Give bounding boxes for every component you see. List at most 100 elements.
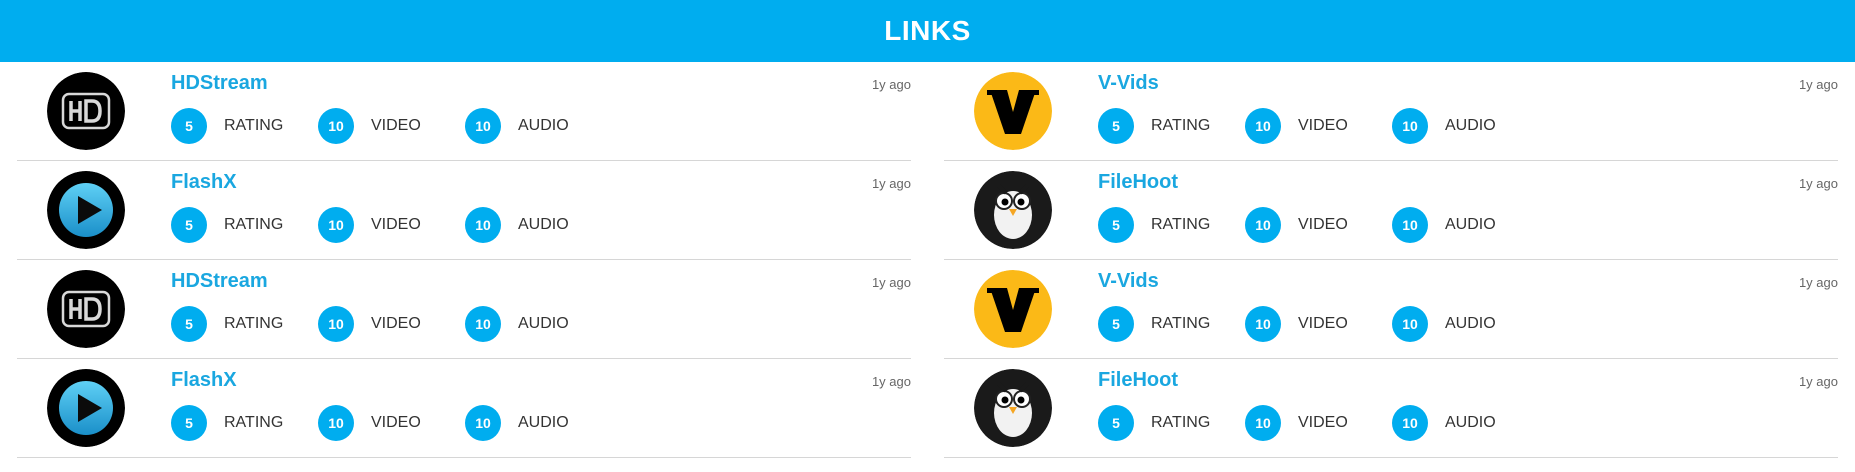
video-stat: 10 VIDEO bbox=[1245, 207, 1376, 243]
video-score-badge: 10 bbox=[1245, 207, 1281, 243]
v-letter-icon[interactable] bbox=[974, 270, 1052, 348]
audio-score-badge: 10 bbox=[1392, 108, 1428, 144]
link-stats: 5 RATING 10 VIDEO 10 AUDIO bbox=[1098, 405, 1539, 441]
link-row[interactable]: V-Vids 1y ago 5 RATING 10 VIDEO 10 AUDIO bbox=[944, 260, 1838, 359]
video-score-badge: 10 bbox=[1245, 108, 1281, 144]
rating-label: RATING bbox=[1151, 315, 1211, 332]
link-stats: 5 RATING 10 VIDEO 10 AUDIO bbox=[1098, 108, 1539, 144]
rating-score-badge: 5 bbox=[171, 306, 207, 342]
timestamp: 1y ago bbox=[1798, 275, 1838, 290]
owl-icon[interactable] bbox=[974, 369, 1052, 447]
audio-stat: 10 AUDIO bbox=[1392, 108, 1523, 144]
link-name[interactable]: FlashX bbox=[171, 171, 237, 194]
rating-stat: 5 RATING bbox=[1098, 306, 1229, 342]
timestamp: 1y ago bbox=[871, 374, 911, 389]
video-score-badge: 10 bbox=[318, 108, 354, 144]
timestamp: 1y ago bbox=[1798, 176, 1838, 191]
link-row[interactable]: HDStream 1y ago 5 RATING 10 VIDEO 10 AUDIO bbox=[17, 62, 911, 161]
timestamp: 1y ago bbox=[1798, 77, 1838, 92]
video-stat: 10 VIDEO bbox=[318, 108, 449, 144]
audio-score-badge: 10 bbox=[465, 108, 501, 144]
audio-stat: 10 AUDIO bbox=[465, 306, 596, 342]
link-row[interactable]: FlashX 1y ago 5 RATING 10 VIDEO 10 AUDIO bbox=[17, 359, 911, 458]
link-name[interactable]: V-Vids bbox=[1098, 72, 1159, 95]
link-stats: 5 RATING 10 VIDEO 10 AUDIO bbox=[171, 108, 612, 144]
link-stats: 5 RATING 10 VIDEO 10 AUDIO bbox=[171, 207, 612, 243]
hd-icon[interactable] bbox=[47, 72, 125, 150]
video-score-badge: 10 bbox=[318, 306, 354, 342]
audio-label: AUDIO bbox=[518, 117, 569, 134]
video-stat: 10 VIDEO bbox=[318, 405, 449, 441]
rating-label: RATING bbox=[224, 216, 284, 233]
rating-label: RATING bbox=[1151, 414, 1211, 431]
link-stats: 5 RATING 10 VIDEO 10 AUDIO bbox=[171, 306, 612, 342]
link-row[interactable]: FlashX 1y ago 5 RATING 10 VIDEO 10 AUDIO bbox=[17, 161, 911, 260]
audio-stat: 10 AUDIO bbox=[465, 207, 596, 243]
link-stats: 5 RATING 10 VIDEO 10 AUDIO bbox=[171, 405, 612, 441]
hd-icon[interactable] bbox=[47, 270, 125, 348]
audio-label: AUDIO bbox=[518, 414, 569, 431]
video-score-badge: 10 bbox=[318, 207, 354, 243]
video-score-badge: 10 bbox=[1245, 306, 1281, 342]
rating-score-badge: 5 bbox=[171, 108, 207, 144]
rating-score-badge: 5 bbox=[1098, 207, 1134, 243]
rating-stat: 5 RATING bbox=[171, 108, 302, 144]
links-header: LINKS bbox=[0, 0, 1855, 62]
video-label: VIDEO bbox=[1298, 414, 1348, 431]
rating-label: RATING bbox=[224, 117, 284, 134]
link-name[interactable]: HDStream bbox=[171, 270, 268, 293]
rating-stat: 5 RATING bbox=[171, 207, 302, 243]
rating-score-badge: 5 bbox=[1098, 405, 1134, 441]
rating-stat: 5 RATING bbox=[1098, 108, 1229, 144]
v-letter-icon[interactable] bbox=[974, 72, 1052, 150]
rating-label: RATING bbox=[1151, 117, 1211, 134]
audio-label: AUDIO bbox=[518, 315, 569, 332]
timestamp: 1y ago bbox=[871, 77, 911, 92]
link-name[interactable]: FlashX bbox=[171, 369, 237, 392]
rating-stat: 5 RATING bbox=[171, 306, 302, 342]
video-label: VIDEO bbox=[371, 216, 421, 233]
link-name[interactable]: HDStream bbox=[171, 72, 268, 95]
video-label: VIDEO bbox=[1298, 216, 1348, 233]
rating-stat: 5 RATING bbox=[1098, 207, 1229, 243]
video-score-badge: 10 bbox=[318, 405, 354, 441]
rating-stat: 5 RATING bbox=[171, 405, 302, 441]
audio-score-badge: 10 bbox=[465, 306, 501, 342]
video-score-badge: 10 bbox=[1245, 405, 1281, 441]
links-column-right: V-Vids 1y ago 5 RATING 10 VIDEO 10 AUDIO FileHoo… bbox=[944, 62, 1838, 458]
audio-stat: 10 AUDIO bbox=[1392, 405, 1523, 441]
video-stat: 10 VIDEO bbox=[318, 207, 449, 243]
rating-score-badge: 5 bbox=[171, 405, 207, 441]
link-name[interactable]: FileHoot bbox=[1098, 171, 1178, 194]
owl-icon[interactable] bbox=[974, 171, 1052, 249]
page-title: LINKS bbox=[884, 15, 971, 46]
audio-score-badge: 10 bbox=[1392, 207, 1428, 243]
play-icon[interactable] bbox=[47, 369, 125, 447]
play-icon[interactable] bbox=[47, 171, 125, 249]
audio-label: AUDIO bbox=[1445, 315, 1496, 332]
audio-label: AUDIO bbox=[1445, 414, 1496, 431]
rating-score-badge: 5 bbox=[1098, 306, 1134, 342]
audio-stat: 10 AUDIO bbox=[1392, 207, 1523, 243]
link-name[interactable]: FileHoot bbox=[1098, 369, 1178, 392]
rating-label: RATING bbox=[224, 315, 284, 332]
link-row[interactable]: HDStream 1y ago 5 RATING 10 VIDEO 10 AUDIO bbox=[17, 260, 911, 359]
rating-stat: 5 RATING bbox=[1098, 405, 1229, 441]
audio-label: AUDIO bbox=[1445, 117, 1496, 134]
audio-stat: 10 AUDIO bbox=[465, 108, 596, 144]
rating-label: RATING bbox=[224, 414, 284, 431]
rating-score-badge: 5 bbox=[171, 207, 207, 243]
timestamp: 1y ago bbox=[871, 275, 911, 290]
video-stat: 10 VIDEO bbox=[318, 306, 449, 342]
link-row[interactable]: FileHoot 1y ago 5 RATING 10 VIDEO 10 AUDIO bbox=[944, 359, 1838, 458]
rating-label: RATING bbox=[1151, 216, 1211, 233]
audio-score-badge: 10 bbox=[1392, 405, 1428, 441]
link-stats: 5 RATING 10 VIDEO 10 AUDIO bbox=[1098, 207, 1539, 243]
audio-label: AUDIO bbox=[1445, 216, 1496, 233]
rating-score-badge: 5 bbox=[1098, 108, 1134, 144]
video-label: VIDEO bbox=[1298, 117, 1348, 134]
link-name[interactable]: V-Vids bbox=[1098, 270, 1159, 293]
audio-score-badge: 10 bbox=[465, 405, 501, 441]
link-row[interactable]: V-Vids 1y ago 5 RATING 10 VIDEO 10 AUDIO bbox=[944, 62, 1838, 161]
link-row[interactable]: FileHoot 1y ago 5 RATING 10 VIDEO 10 AUDIO bbox=[944, 161, 1838, 260]
